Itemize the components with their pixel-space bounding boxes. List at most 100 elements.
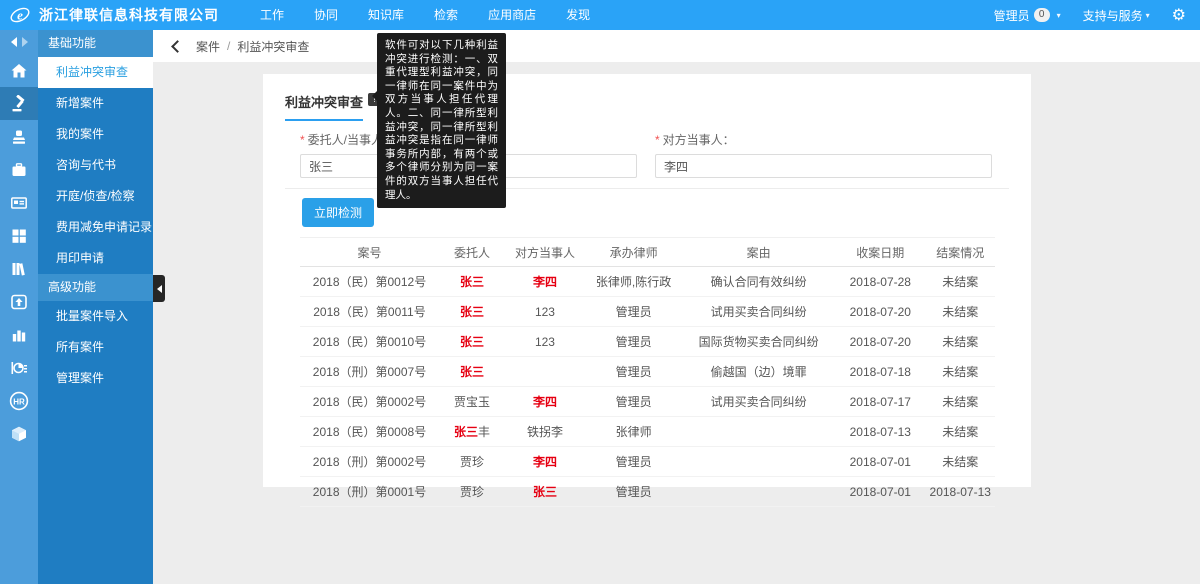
table-cell: 张三 (439, 267, 505, 297)
breadcrumb-current: 利益冲突审查 (237, 38, 309, 55)
topnav-item[interactable]: 发现 (551, 0, 605, 30)
hr-icon[interactable]: HR (0, 384, 38, 417)
sidebar-item-开庭/侦查/检察[interactable]: 开庭/侦查/检察 (38, 181, 153, 212)
sidebar-item-我的案件[interactable]: 我的案件 (38, 119, 153, 150)
table-cell: 贾珍 (439, 477, 505, 507)
table-cell: 确认合同有效纠纷 (682, 267, 835, 297)
grid-icon[interactable] (0, 219, 38, 252)
topnav-item[interactable]: 协同 (299, 0, 353, 30)
svg-text:e: e (17, 8, 23, 23)
table-cell (682, 447, 835, 477)
table-cell: 李四 (505, 387, 585, 417)
conflict-results-table: 案号委托人对方当事人承办律师案由收案日期结案情况 2018（民）第0012号张三… (300, 237, 995, 507)
table-cell: 国际货物买卖合同纠纷 (682, 327, 835, 357)
table-cell: 铁拐李 (505, 417, 585, 447)
table-row[interactable]: 2018（民）第0012号张三李四张律师,陈行政确认合同有效纠纷2018-07-… (300, 267, 995, 297)
table-cell: 2018（民）第0002号 (300, 387, 439, 417)
table-header-案号: 案号 (300, 238, 439, 267)
bar-chart-icon[interactable] (0, 318, 38, 351)
table-cell: 张三 (439, 297, 505, 327)
table-cell: 李四 (505, 267, 585, 297)
table-cell: 管理员 (585, 327, 682, 357)
menu-section-基础功能[interactable]: 基础功能 (38, 30, 153, 57)
table-cell: 2018-07-01 (835, 477, 925, 507)
table-cell: 张律师,陈行政 (585, 267, 682, 297)
menu-collapse-tab[interactable] (153, 275, 165, 302)
table-row[interactable]: 2018（民）第0011号张三123管理员试用买卖合同纠纷2018-07-20未… (300, 297, 995, 327)
topnav-item[interactable]: 工作 (245, 0, 299, 30)
id-card-icon[interactable] (0, 186, 38, 219)
table-cell: 管理员 (585, 387, 682, 417)
books-icon[interactable] (0, 252, 38, 285)
admin-count-badge: 0 (1034, 8, 1050, 22)
support-menu[interactable]: 支持与服务 ▾ (1083, 7, 1150, 24)
table-header-结案情况: 结案情况 (925, 238, 995, 267)
table-cell: 管理员 (585, 357, 682, 387)
table-header-委托人: 委托人 (439, 238, 505, 267)
table-header-承办律师: 承办律师 (585, 238, 682, 267)
table-cell (682, 417, 835, 447)
table-row[interactable]: 2018（民）第0008号张三丰铁拐李张律师2018-07-13未结案 (300, 417, 995, 447)
sidebar-item-批量案件导入[interactable]: 批量案件导入 (38, 301, 153, 332)
sidebar-item-所有案件[interactable]: 所有案件 (38, 332, 153, 363)
table-cell: 2018（民）第0012号 (300, 267, 439, 297)
svg-text:HR: HR (13, 397, 25, 406)
table-cell: 试用买卖合同纠纷 (682, 297, 835, 327)
table-cell: 2018（民）第0008号 (300, 417, 439, 447)
topnav-item[interactable]: 应用商店 (473, 0, 551, 30)
table-header-对方当事人: 对方当事人 (505, 238, 585, 267)
breadcrumb-parent[interactable]: 案件 (196, 38, 220, 55)
table-row[interactable]: 2018（刑）第0007号张三管理员偷越国（边）境罪2018-07-18未结案 (300, 357, 995, 387)
gavel-icon[interactable] (0, 87, 38, 120)
support-label: 支持与服务 (1083, 7, 1143, 24)
table-row[interactable]: 2018（刑）第0001号贾珍张三管理员2018-07-012018-07-13 (300, 477, 995, 507)
table-cell: 2018（民）第0010号 (300, 327, 439, 357)
check-now-button[interactable]: 立即检测 (302, 198, 374, 227)
stamp-icon[interactable] (0, 120, 38, 153)
table-header-案由: 案由 (682, 238, 835, 267)
menu-section-高级功能[interactable]: 高级功能 (38, 274, 153, 301)
table-row[interactable]: 2018（刑）第0002号贾珍李四管理员2018-07-01未结案 (300, 447, 995, 477)
table-cell: 贾珍 (439, 447, 505, 477)
table-row[interactable]: 2018（民）第0010号张三123管理员国际货物买卖合同纠纷2018-07-2… (300, 327, 995, 357)
opponent-input[interactable] (655, 154, 992, 178)
breadcrumb-bar: 案件 / 利益冲突审查 (153, 30, 1200, 62)
upload-icon[interactable] (0, 285, 38, 318)
company-logo-icon: e (9, 4, 31, 26)
table-row[interactable]: 2018（民）第0002号贾宝玉李四管理员试用买卖合同纠纷2018-07-17未… (300, 387, 995, 417)
tooltip-arrow (372, 91, 377, 101)
admin-label: 管理员 (994, 7, 1030, 24)
tab-conflict-review[interactable]: 利益冲突审查 (285, 92, 363, 121)
pie-report-icon[interactable] (0, 351, 38, 384)
company-name: 浙江律联信息科技有限公司 (39, 5, 219, 25)
sidebar-item-管理案件[interactable]: 管理案件 (38, 363, 153, 394)
table-cell: 管理员 (585, 447, 682, 477)
admin-menu[interactable]: 管理员 0 ▾ (994, 7, 1061, 24)
sidebar-item-费用减免申请记录[interactable]: 费用减免申请记录 (38, 212, 153, 243)
sidebar-menu: 基础功能利益冲突审查新增案件我的案件咨询与代书开庭/侦查/检察费用减免申请记录用… (38, 30, 153, 584)
home-icon[interactable] (0, 54, 38, 87)
gear-icon[interactable]: ⚙ (1172, 5, 1186, 25)
sidebar-item-利益冲突审查[interactable]: 利益冲突审查 (38, 57, 153, 88)
topnav-item[interactable]: 检索 (419, 0, 473, 30)
back-chevron-icon[interactable] (171, 40, 184, 53)
cube-icon[interactable] (0, 417, 38, 450)
sidebar-collapse-arrows[interactable] (0, 30, 38, 54)
topnav-item[interactable]: 知识库 (353, 0, 419, 30)
table-cell: 未结案 (925, 267, 995, 297)
table-cell: 张三 (439, 357, 505, 387)
arrow-left-icon (11, 37, 17, 47)
required-asterisk: * (300, 133, 305, 147)
arrow-right-icon (22, 37, 28, 47)
chevron-down-icon: ▾ (1146, 11, 1150, 20)
sidebar-item-用印申请[interactable]: 用印申请 (38, 243, 153, 274)
table-cell: 2018-07-20 (835, 297, 925, 327)
briefcase-icon[interactable] (0, 153, 38, 186)
table-cell (505, 357, 585, 387)
table-cell: 2018（刑）第0007号 (300, 357, 439, 387)
table-cell: 2018（刑）第0001号 (300, 477, 439, 507)
table-cell: 未结案 (925, 327, 995, 357)
table-cell: 2018-07-01 (835, 447, 925, 477)
sidebar-item-新增案件[interactable]: 新增案件 (38, 88, 153, 119)
sidebar-item-咨询与代书[interactable]: 咨询与代书 (38, 150, 153, 181)
